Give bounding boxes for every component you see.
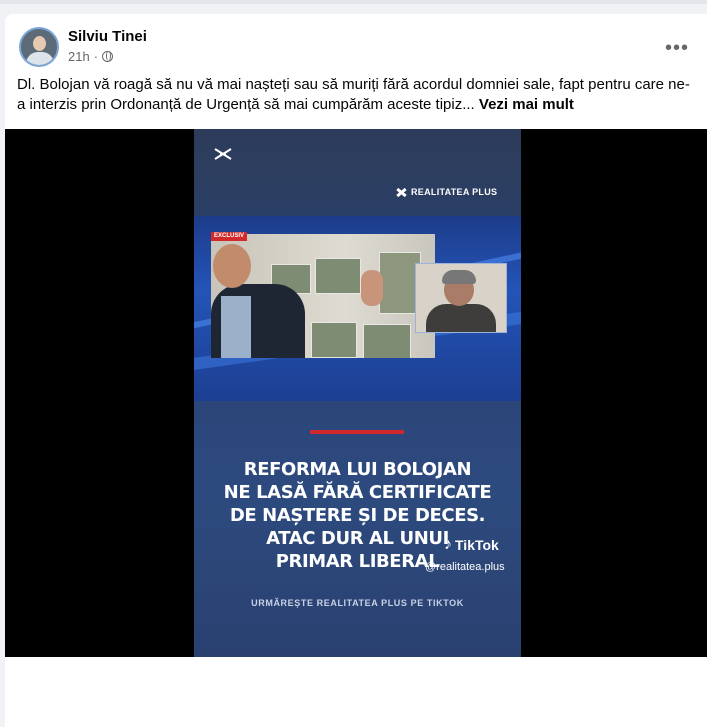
person-hand [361,270,383,306]
video-headline: REFORMA LUI BOLOJAN NE LASĂ FĂRĂ CERTIFI… [194,458,521,573]
brand-label: REALITATEA PLUS [411,187,498,197]
tiktok-handle: @realitatea.plus [425,561,505,573]
tiktok-watermark: ♪ TikTok [444,536,499,554]
accent-line [310,430,404,434]
studio-photo [211,234,435,358]
headline-line: NE LASĂ FĂRĂ CERTIFICATE [223,482,492,503]
author-name[interactable]: Silviu Tinei [68,28,147,45]
wall-map [363,324,411,358]
realitatea-logo-icon [395,186,407,198]
capcut-icon [214,148,232,160]
globe-icon [102,51,114,62]
post-card: Silviu Tinei 21h · ••• Dl. Bolojan vă ro… [5,14,707,727]
post-header: Silviu Tinei 21h · ••• [19,27,693,71]
avatar-body [26,52,54,65]
more-icon[interactable]: ••• [665,37,689,60]
see-more-link[interactable]: Vezi mai mult [479,96,574,113]
realitatea-logo: REALITATEA PLUS [395,186,497,198]
tiktok-icon: ♪ [444,536,452,553]
video-cta: URMĂREȘTE REALITATEA PLUS PE TIKTOK [251,598,464,608]
exclusiv-badge: EXCLUSIV [211,232,248,241]
inset-person-body [426,304,496,332]
post-text: Dl. Bolojan vă roagă să nu vă mai nașteț… [17,75,697,115]
person-shirt [221,296,251,358]
wall-map [311,322,357,358]
wall-map [315,258,361,294]
post-time[interactable]: 21h [68,49,90,64]
post-body: Dl. Bolojan vă roagă să nu vă mai nașteț… [17,76,690,113]
meta-separator: · [93,49,99,64]
headline-line: REFORMA LUI BOLOJAN [243,459,472,480]
avatar-face [33,36,46,51]
person-head [213,244,251,288]
inset-person-hair [442,270,476,284]
top-divider [0,0,707,4]
author-avatar[interactable] [19,27,59,67]
video-player[interactable]: REALITATEA PLUS EXCLUSIV REFORMA LUI BOL… [5,129,707,657]
inset-video [415,263,507,333]
tiktok-label: TikTok [455,537,499,553]
video-frame: REALITATEA PLUS EXCLUSIV REFORMA LUI BOL… [194,129,521,657]
headline-line: DE NAȘTERE ȘI DE DECES. [229,505,486,526]
post-meta: 21h · [68,49,114,64]
